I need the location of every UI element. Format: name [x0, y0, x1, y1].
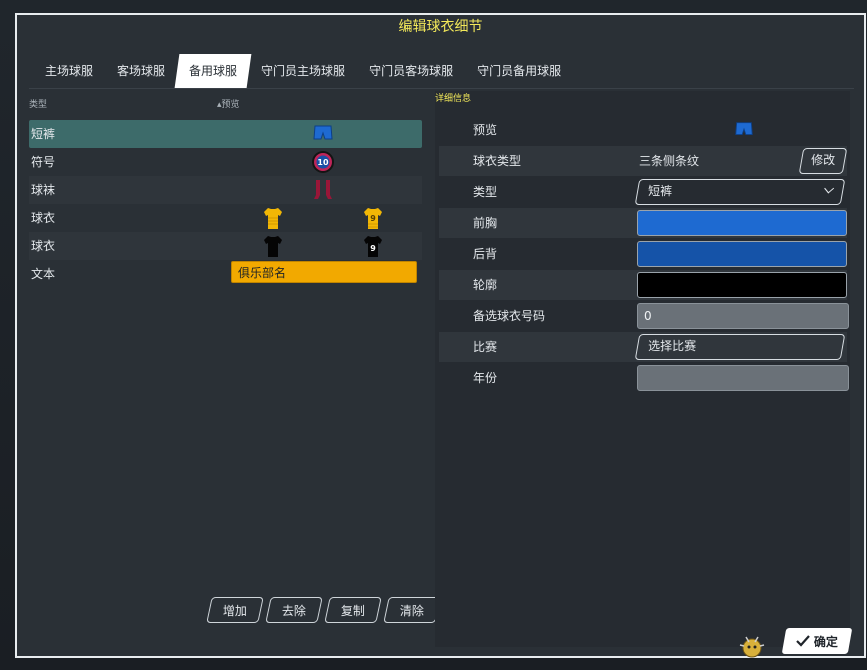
column-header-type[interactable]: 类型: [29, 97, 47, 110]
list-item-label: 短裤: [31, 127, 56, 141]
year-input[interactable]: [637, 365, 849, 391]
tab-gk-away-kit[interactable]: 守门员客场球服: [357, 54, 465, 88]
shirt-number: 9: [370, 214, 376, 223]
shirt-front-icon: [264, 208, 282, 229]
detail-row-preview: 预览: [439, 115, 847, 145]
detail-label: 年份: [473, 371, 498, 385]
list-item-label: 文本: [31, 267, 56, 281]
tab-home-kit[interactable]: 主场球服: [33, 54, 105, 88]
list-item-label: 球衣: [31, 211, 56, 225]
modify-button[interactable]: 修改: [798, 148, 848, 174]
checkmark-icon: [796, 635, 810, 647]
list-item-label: 球袜: [31, 183, 56, 197]
list-item-text[interactable]: 文本 俱乐部名: [29, 260, 422, 288]
shorts-preview-icon: [735, 122, 753, 136]
detail-row-match: 比赛 选择比赛: [439, 332, 847, 362]
type-dropdown[interactable]: 短裤: [634, 179, 846, 205]
detail-label: 备选球衣号码: [473, 309, 546, 323]
detail-label: 轮廓: [473, 278, 498, 292]
dialog-title: 编辑球衣细节: [398, 19, 483, 35]
confirm-label: 确定: [813, 634, 838, 649]
detail-label: 类型: [473, 185, 498, 199]
socks-preview-icon: [314, 180, 332, 199]
list-item-badge[interactable]: 符号 10: [29, 148, 422, 176]
detail-label: 预览: [473, 123, 498, 137]
copy-button[interactable]: 复制: [324, 597, 382, 623]
shirt-back-icon: 9: [364, 236, 382, 257]
shirt-number: 9: [370, 244, 376, 253]
list-item-label: 球衣: [31, 239, 56, 253]
shirt-back-icon: 9: [364, 208, 382, 229]
detail-row-back: 后背: [439, 239, 847, 269]
chevron-down-icon: [824, 183, 835, 194]
detail-row-alt-number: 备选球衣号码 0: [439, 301, 849, 331]
detail-row-kit-type: 球衣类型 三条侧条纹 修改: [439, 146, 848, 176]
shorts-preview-icon: [313, 125, 333, 140]
alt-number-input[interactable]: 0: [637, 303, 849, 329]
clear-button[interactable]: 清除: [383, 597, 441, 623]
badge-number: 10: [317, 158, 329, 167]
kit-type-value: 三条侧条纹: [639, 154, 700, 168]
details-panel: 详细信息 预览 球衣类型 三条侧条纹 修改 类型 短裤 前胸 后背 轮廓 备选球…: [435, 91, 850, 647]
select-match-button[interactable]: 选择比赛: [634, 334, 846, 360]
detail-row-year: 年份: [439, 363, 849, 393]
list-item-socks[interactable]: 球袜: [29, 176, 422, 204]
tab-divider: [29, 88, 854, 89]
mascot-logo-icon: [739, 636, 765, 658]
confirm-button[interactable]: 确定: [781, 628, 853, 654]
tab-gk-third-kit[interactable]: 守门员备用球服: [465, 54, 573, 88]
detail-row-outline: 轮廓: [439, 270, 847, 300]
detail-row-front: 前胸: [439, 208, 847, 238]
add-button[interactable]: 增加: [206, 597, 264, 623]
list-action-buttons: 增加 去除 复制 清除: [206, 597, 441, 623]
edit-kit-dialog: 编辑球衣细节 主场球服 客场球服 备用球服 守门员主场球服 守门员客场球服 守门…: [15, 13, 866, 658]
outline-color-swatch[interactable]: [637, 272, 847, 298]
tab-gk-home-kit[interactable]: 守门员主场球服: [249, 54, 357, 88]
detail-label: 球衣类型: [473, 154, 522, 168]
kit-tabs: 主场球服 客场球服 备用球服 守门员主场球服 守门员客场球服 守门员备用球服: [33, 54, 573, 88]
detail-row-type: 类型 短裤: [439, 177, 847, 207]
remove-button[interactable]: 去除: [265, 597, 323, 623]
club-name-text-preview: 俱乐部名: [231, 261, 417, 283]
badge-preview-icon: 10: [312, 151, 334, 173]
detail-label: 后背: [473, 247, 498, 261]
shirt-front-icon: [264, 236, 282, 257]
details-header: 详细信息: [435, 94, 472, 104]
detail-label: 比赛: [473, 340, 498, 354]
detail-label: 前胸: [473, 216, 498, 230]
column-header-preview[interactable]: ▴预览: [217, 97, 240, 110]
front-color-swatch[interactable]: [637, 210, 847, 236]
tab-away-kit[interactable]: 客场球服: [105, 54, 177, 88]
kit-elements-list: 类型 ▴预览 短裤 符号 10 球袜 球衣 9 球衣 9 文本 俱乐部名 增加 …: [29, 93, 441, 648]
list-item-shirt[interactable]: 球衣 9: [29, 232, 422, 260]
list-item-shirt[interactable]: 球衣 9: [29, 204, 422, 232]
tab-third-kit[interactable]: 备用球服: [174, 54, 252, 88]
back-color-swatch[interactable]: [637, 241, 847, 267]
list-item-label: 符号: [31, 155, 56, 169]
list-item-shorts[interactable]: 短裤: [29, 120, 422, 148]
